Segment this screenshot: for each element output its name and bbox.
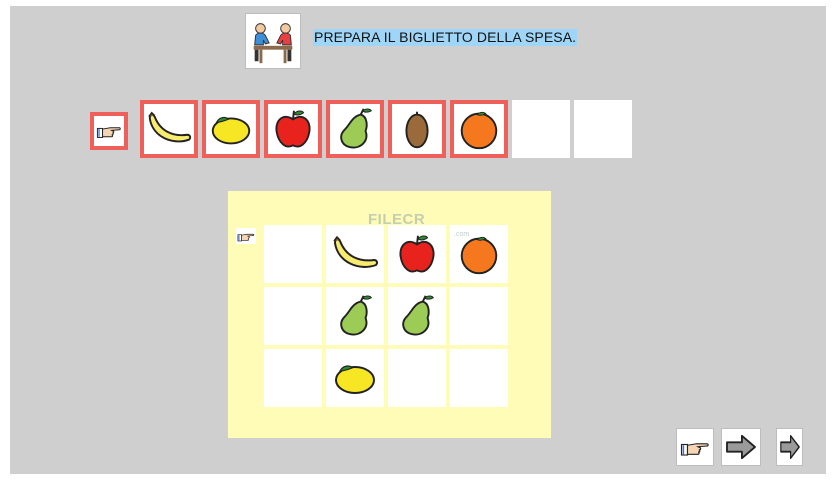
sequence-slot-banana[interactable] <box>140 100 198 158</box>
pear-icon <box>331 105 379 153</box>
lemon-icon <box>207 105 255 153</box>
watermark-subtext: .com <box>454 231 470 238</box>
grid-cell-empty[interactable] <box>264 349 322 407</box>
grid-cell-empty[interactable] <box>450 349 508 407</box>
grid-cell-lemon[interactable] <box>326 349 384 407</box>
grid-cell-pear[interactable] <box>388 287 446 345</box>
pear-icon <box>393 292 441 340</box>
sequence-slot-kiwi[interactable] <box>388 100 446 158</box>
grid-cell-pear[interactable] <box>326 287 384 345</box>
sequence-slot-lemon[interactable] <box>202 100 260 158</box>
grid-cell-empty[interactable] <box>264 287 322 345</box>
sequence-slot-apple[interactable] <box>264 100 322 158</box>
banana-icon <box>330 229 380 279</box>
sequence-slot-empty[interactable] <box>512 100 570 158</box>
apple-icon <box>269 105 317 153</box>
banana-icon <box>145 105 193 153</box>
grid-cell-empty[interactable] <box>264 225 322 283</box>
grid-cell-apple[interactable] <box>388 225 446 283</box>
lemon-icon <box>330 353 380 403</box>
sequence-pointer-button[interactable] <box>90 112 128 150</box>
grid-pointer-button[interactable] <box>236 228 256 244</box>
sequence-slot-orange[interactable] <box>450 100 508 158</box>
people-at-table-icon <box>245 13 301 69</box>
pointing-hand-icon <box>680 437 710 458</box>
arrow-right-icon <box>724 433 758 461</box>
apple-icon <box>393 230 441 278</box>
kiwi-icon <box>393 105 441 153</box>
sequence-slot-pear[interactable] <box>326 100 384 158</box>
watermark-text: FILECR <box>368 211 426 228</box>
grid-cell-empty[interactable] <box>388 349 446 407</box>
sequence-slot-empty[interactable] <box>574 100 632 158</box>
instruction-title: PREPARA IL BIGLIETTO DELLA SPESA. <box>313 29 578 46</box>
arrow-right-small-icon <box>779 433 801 461</box>
next-button[interactable] <box>721 428 761 466</box>
pointing-hand-icon <box>237 230 255 243</box>
orange-icon <box>455 105 503 153</box>
pointing-hand-icon <box>96 122 122 140</box>
grid-cell-banana[interactable] <box>326 225 384 283</box>
pointer-nav-button[interactable] <box>676 428 714 466</box>
grid-cell-empty[interactable] <box>450 287 508 345</box>
next-small-button[interactable] <box>776 428 803 466</box>
pear-icon <box>331 292 379 340</box>
